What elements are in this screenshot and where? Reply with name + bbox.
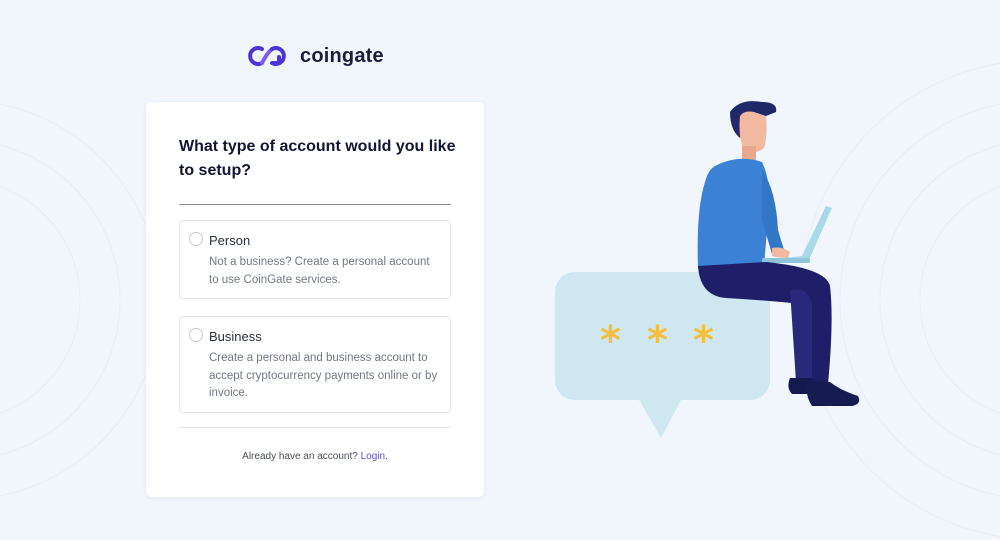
login-prompt-line: Already have an account? Login. xyxy=(146,451,484,462)
person-option-label: Person xyxy=(209,233,251,248)
business-option-label: Business xyxy=(209,329,262,344)
login-suffix: . xyxy=(385,451,388,462)
asterisk-icon: * xyxy=(647,318,668,364)
coingate-logo[interactable]: coingate xyxy=(248,44,384,68)
divider xyxy=(179,427,451,428)
asterisk-icon: * xyxy=(600,318,621,364)
business-radio[interactable] xyxy=(189,328,203,342)
business-option-description: Create a personal and business account t… xyxy=(209,352,438,399)
page-title: What type of account would you like to s… xyxy=(179,138,456,179)
login-prompt: Already have an account? xyxy=(242,451,358,462)
person-option[interactable]: Person Not a business? Create a personal… xyxy=(179,220,451,299)
login-link[interactable]: Login xyxy=(361,451,385,462)
person-laptop-illustration: * * * xyxy=(555,101,860,438)
asterisk-icon: * xyxy=(693,318,714,364)
person-option-description: Not a business? Create a personal accoun… xyxy=(209,256,430,286)
business-option[interactable]: Business Create a personal and business … xyxy=(179,316,451,413)
person-radio[interactable] xyxy=(189,232,203,246)
coingate-logo-icon xyxy=(248,46,286,66)
account-type-card: What type of account would you like to s… xyxy=(146,102,484,497)
brand-name: coingate xyxy=(300,44,384,67)
divider xyxy=(179,204,451,205)
